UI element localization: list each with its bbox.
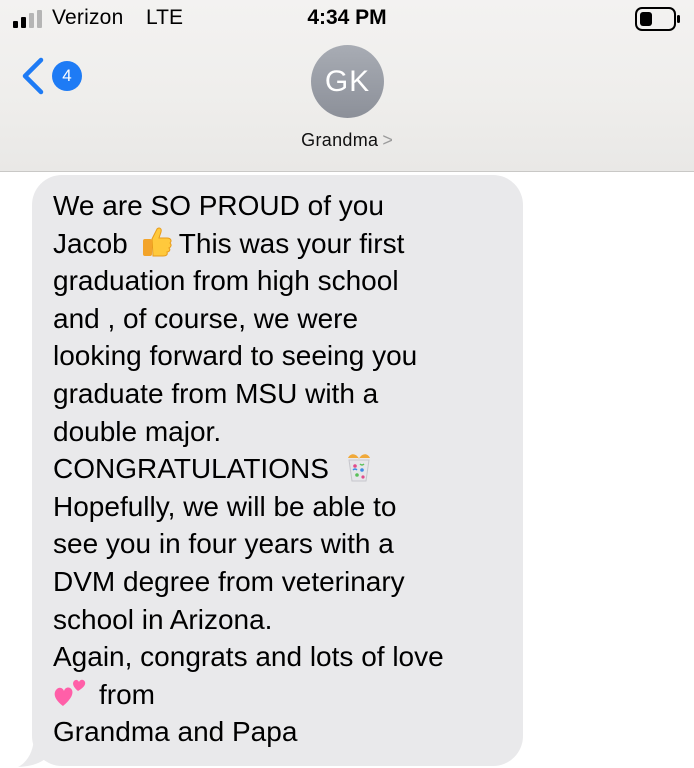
message-text: from	[99, 678, 155, 710]
message-line: graduation from high school	[53, 265, 399, 297]
contact-name-button[interactable]: Grandma >	[0, 130, 694, 151]
message-text: This was your first	[178, 227, 405, 259]
message-line: DVM degree from veterinary	[53, 565, 405, 597]
message-line: Grandma and Papa	[53, 716, 298, 748]
message-line: from	[53, 676, 513, 714]
chevron-left-icon	[22, 57, 44, 95]
message-line: CONGRATULATIONS	[53, 450, 513, 488]
message-line: double major.	[53, 415, 222, 447]
two-hearts-emoji	[54, 679, 86, 706]
contact-avatar[interactable]: GK	[311, 45, 384, 118]
message-line: looking forward to seeing you	[53, 340, 418, 372]
message-line: and , of course, we were	[53, 302, 359, 334]
confetti-emoji	[347, 454, 370, 482]
status-time: 4:34 PM	[307, 6, 387, 29]
chevron-right-icon: >	[382, 130, 393, 150]
status-bar: Verizon LTE 4:34 PM	[0, 0, 694, 40]
conversation-header: Verizon LTE 4:34 PM 4 GK Grandma >	[0, 0, 694, 172]
message-bubble[interactable]: We are SO PROUD of you Jacob This was yo…	[32, 175, 523, 766]
message-line: graduate from MSU with a	[53, 377, 379, 409]
message-text: CONGRATULATIONS	[53, 453, 329, 485]
message-line: Hopefully, we will be able to	[53, 490, 397, 522]
battery-icon	[635, 7, 680, 31]
contact-name: Grandma	[301, 130, 379, 150]
unread-count-badge: 4	[52, 61, 82, 91]
back-button[interactable]: 4	[14, 55, 94, 99]
message-line: school in Arizona.	[53, 603, 273, 635]
message-line: Again, congrats and lots of love	[53, 641, 444, 673]
message-line: see you in four years with a	[53, 528, 394, 560]
thumbs-up-emoji	[142, 227, 172, 257]
message-text: Jacob	[53, 227, 128, 259]
message-line: Jacob This was your first	[53, 225, 513, 263]
message-line: We are SO PROUD of you	[53, 190, 384, 221]
